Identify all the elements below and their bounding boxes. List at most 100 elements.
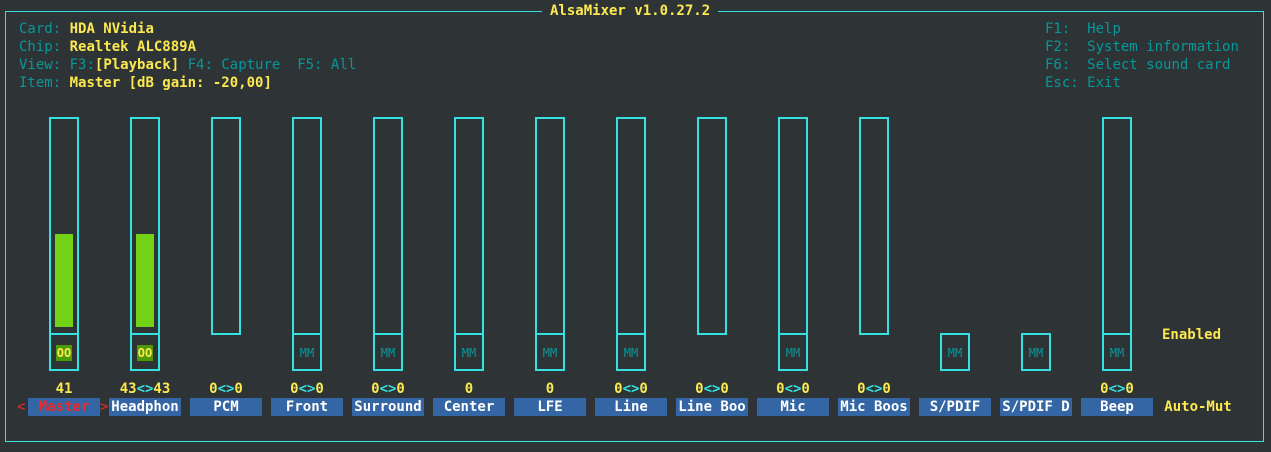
mute-state: MM	[380, 346, 396, 360]
channel-name[interactable]: Line	[595, 398, 667, 416]
mute-toggle[interactable]: MM	[535, 333, 565, 371]
volume-right: 0	[801, 381, 810, 397]
volume-level	[136, 234, 154, 327]
help-f2[interactable]: F2: System information	[1045, 38, 1239, 56]
volume-slider[interactable]	[211, 117, 241, 335]
channel-name[interactable]: Mic	[757, 398, 829, 416]
volume-value: 0<>0	[267, 380, 347, 398]
volume-slider[interactable]	[697, 117, 727, 335]
volume-slider[interactable]	[535, 117, 565, 335]
mute-state: MM	[461, 346, 477, 360]
volume-value: 0<>0	[186, 380, 266, 398]
channel-name[interactable]: S/PDIF	[919, 398, 991, 416]
volume-right: 0	[396, 381, 405, 397]
help-action: Exit	[1087, 75, 1121, 91]
volume-separator: <>	[865, 381, 883, 397]
volume-slider[interactable]	[454, 117, 484, 335]
volume-slider[interactable]	[49, 117, 79, 335]
view-playback[interactable]: [Playback]	[95, 57, 179, 73]
mute-state: MM	[299, 346, 315, 360]
mute-state: MM	[542, 346, 558, 360]
channel-name[interactable]: Beep	[1081, 398, 1153, 416]
mute-state: MM	[947, 346, 963, 360]
mute-toggle[interactable]: OO	[130, 333, 160, 371]
volume-value: 0<>0	[591, 380, 671, 398]
volume-separator: <>	[298, 381, 316, 397]
channel-name[interactable]: Headphon	[109, 398, 181, 416]
item-label: Item:	[19, 75, 62, 91]
volume-separator: <>	[784, 381, 802, 397]
volume-slider[interactable]	[373, 117, 403, 335]
volume-left: 0	[614, 381, 623, 397]
mute-toggle[interactable]: MM	[616, 333, 646, 371]
volume-slider[interactable]	[778, 117, 808, 335]
volume-separator: <>	[622, 381, 640, 397]
help-key: Esc:	[1045, 75, 1079, 91]
mute-toggle[interactable]: MM	[454, 333, 484, 371]
mute-toggle[interactable]: OO	[49, 333, 79, 371]
volume-value: 41	[55, 381, 73, 397]
mute-toggle[interactable]: MM	[778, 333, 808, 371]
auto-mute-value[interactable]: Enabled	[1162, 326, 1221, 344]
volume-slider[interactable]	[292, 117, 322, 335]
selection-right-arrow: >	[100, 399, 109, 415]
item-info: Item: Master [dB gain: -20,00]	[19, 74, 272, 92]
channel-name[interactable]: Mic Boos	[838, 398, 910, 416]
mute-toggle[interactable]: MM	[1102, 333, 1132, 371]
volume-left: 0	[1100, 381, 1109, 397]
mute-state: MM	[1109, 346, 1125, 360]
channel-name[interactable]: S/PDIF D	[1000, 398, 1072, 416]
volume-value: 0<>0	[834, 380, 914, 398]
channel-name[interactable]: LFE	[514, 398, 586, 416]
chip-label: Chip:	[19, 39, 62, 55]
chip-info: Chip: Realtek ALC889A	[19, 38, 196, 56]
app-title: AlsaMixer v1.0.27.2	[542, 2, 719, 20]
help-key: F6:	[1045, 57, 1071, 73]
help-key: F2:	[1045, 39, 1071, 55]
channel-name[interactable]: Auto-Mut	[1162, 398, 1234, 416]
mute-toggle[interactable]: MM	[373, 333, 403, 371]
channel-name[interactable]: PCM	[190, 398, 262, 416]
item-value: Master [dB gain: -20,00]	[69, 75, 272, 91]
view-f3-key[interactable]: F3:	[70, 57, 95, 73]
volume-slider[interactable]	[130, 117, 160, 335]
help-action: Select sound card	[1087, 57, 1231, 73]
help-key: F1:	[1045, 21, 1071, 37]
volume-level	[55, 234, 73, 327]
chip-value: Realtek ALC889A	[69, 39, 197, 55]
volume-right: 0	[882, 381, 891, 397]
channel-name[interactable]: Center	[433, 398, 505, 416]
volume-right: 0	[234, 381, 243, 397]
volume-left: 0	[857, 381, 866, 397]
volume-value: 0	[545, 381, 555, 397]
mute-state: MM	[785, 346, 801, 360]
help-esc[interactable]: Esc: Exit	[1045, 74, 1121, 92]
volume-right: 0	[1125, 381, 1134, 397]
volume-value: 0<>0	[672, 380, 752, 398]
help-action: Help	[1087, 21, 1121, 37]
channel-name[interactable]: Line Boo	[676, 398, 748, 416]
help-f1[interactable]: F1: Help	[1045, 20, 1121, 38]
volume-slider[interactable]	[1102, 117, 1132, 335]
channel-name[interactable]: Master	[28, 398, 100, 416]
volume-right: 0	[639, 381, 648, 397]
view-capture[interactable]: F4: Capture	[188, 57, 281, 73]
volume-separator: <>	[136, 381, 154, 397]
channel-name[interactable]: Front	[271, 398, 343, 416]
channel-name[interactable]: Surround	[352, 398, 424, 416]
volume-left: 0	[371, 381, 380, 397]
mute-toggle[interactable]: MM	[1021, 333, 1051, 371]
volume-right: 0	[720, 381, 729, 397]
volume-slider[interactable]	[616, 117, 646, 335]
view-info: View: F3:[Playback] F4: Capture F5: All	[19, 56, 356, 74]
mute-state: OO	[136, 345, 154, 361]
view-all[interactable]: F5: All	[297, 57, 356, 73]
help-f6[interactable]: F6: Select sound card	[1045, 56, 1230, 74]
volume-left: 0	[290, 381, 299, 397]
mute-state: MM	[1028, 346, 1044, 360]
volume-slider[interactable]	[859, 117, 889, 335]
mute-toggle[interactable]: MM	[292, 333, 322, 371]
volume-separator: <>	[379, 381, 397, 397]
card-value: HDA NVidia	[69, 21, 154, 37]
mute-toggle[interactable]: MM	[940, 333, 970, 371]
